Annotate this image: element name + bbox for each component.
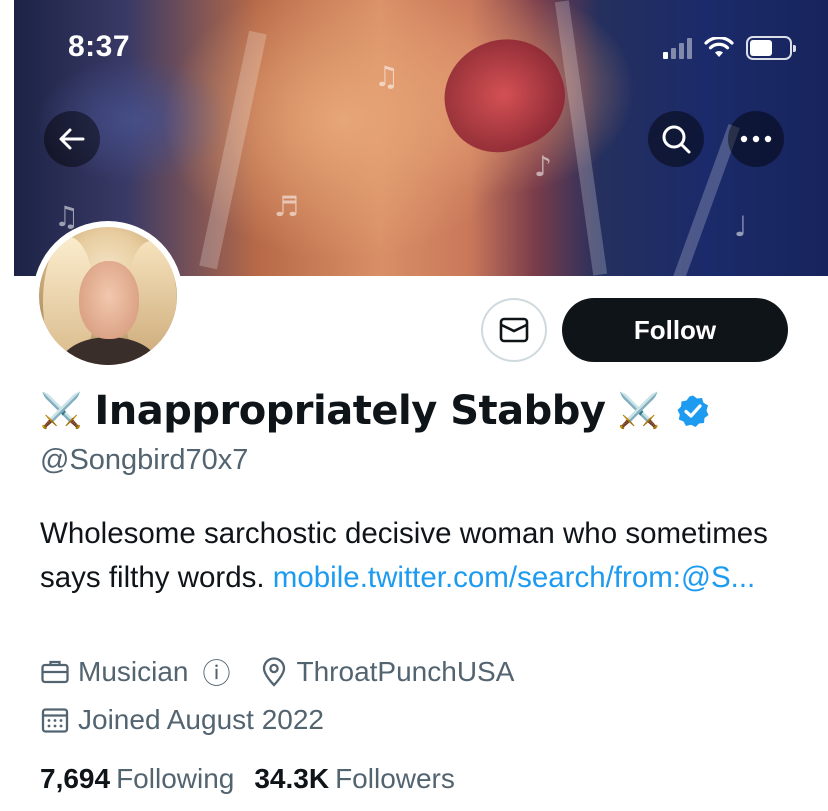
music-note-icon: ♩ xyxy=(734,210,748,243)
display-name: Inappropriately Stabby xyxy=(94,388,606,434)
display-name-row: ⚔️ Inappropriately Stabby ⚔️ xyxy=(40,388,710,434)
following-count: 7,694 xyxy=(40,763,111,794)
following-stat[interactable]: 7,694 Following xyxy=(40,763,234,795)
banner-art-stripe xyxy=(199,30,267,270)
follow-button[interactable]: Follow xyxy=(562,298,788,362)
more-horizontal-icon xyxy=(740,135,772,143)
cellular-signal-icon xyxy=(663,37,692,59)
followers-label: Followers xyxy=(335,763,455,794)
info-icon[interactable]: ⓘ xyxy=(202,652,230,692)
battery-icon xyxy=(746,36,796,60)
more-button[interactable] xyxy=(728,111,784,167)
avatar-photo xyxy=(39,227,177,365)
banner-art-lips xyxy=(428,22,580,168)
message-button[interactable] xyxy=(481,298,547,362)
location-label: ThroatPunchUSA xyxy=(296,656,515,687)
followers-stat[interactable]: 34.3K Followers xyxy=(254,763,455,795)
crossed-swords-icon: ⚔️ xyxy=(40,391,83,431)
followers-count: 34.3K xyxy=(254,763,330,794)
search-icon xyxy=(662,125,691,154)
arrow-left-icon xyxy=(59,128,85,150)
calendar-icon xyxy=(41,708,69,733)
verified-badge-icon[interactable] xyxy=(676,394,710,428)
music-note-icon: ♬ xyxy=(274,190,300,223)
music-note-icon: ♫ xyxy=(374,60,400,93)
profile-meta-joined: Joined August 2022 xyxy=(40,704,352,736)
status-time: 8:37 xyxy=(68,30,131,63)
back-button[interactable] xyxy=(44,111,100,167)
profile-meta: Musician ⓘ ThroatPunchUSA xyxy=(40,652,542,692)
bio-link[interactable]: mobile.twitter.com/search/from:@S... xyxy=(273,561,755,594)
crossed-swords-icon: ⚔️ xyxy=(617,391,660,431)
search-button[interactable] xyxy=(648,111,704,167)
handle: @Songbird70x7 xyxy=(40,444,249,476)
joined-label: Joined August 2022 xyxy=(78,704,324,735)
banner-art-stripe xyxy=(554,0,608,276)
music-note-icon: ♪ xyxy=(534,150,552,183)
bio: Wholesome sarchostic decisive woman who … xyxy=(40,512,800,600)
follow-stats: 7,694 Following 34.3K Followers xyxy=(40,763,455,795)
location-item: ThroatPunchUSA xyxy=(259,656,515,688)
profession-label: Musician xyxy=(78,656,189,687)
profile-avatar[interactable] xyxy=(33,221,183,371)
joined-item: Joined August 2022 xyxy=(40,704,324,736)
status-indicators xyxy=(663,36,796,60)
following-label: Following xyxy=(116,763,235,794)
briefcase-icon xyxy=(41,660,69,684)
wifi-icon xyxy=(704,37,734,57)
location-pin-icon xyxy=(262,657,285,687)
mail-icon xyxy=(499,317,529,343)
profession-item[interactable]: Musician ⓘ xyxy=(40,652,231,692)
